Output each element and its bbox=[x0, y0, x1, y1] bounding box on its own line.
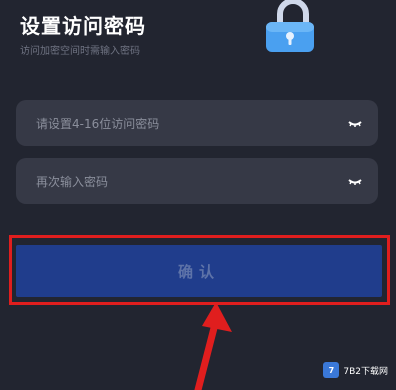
page-title: 设置访问密码 bbox=[20, 14, 146, 38]
watermark-logo-icon: 7 bbox=[323, 362, 340, 378]
page-subtitle: 访问加密空间时需输入密码 bbox=[20, 46, 140, 57]
password-field[interactable]: 请设置4-16位访问密码 bbox=[16, 100, 378, 146]
lock-icon bbox=[266, 0, 314, 52]
site-watermark: 7 7B2下载网 bbox=[323, 362, 388, 378]
eye-closed-icon[interactable] bbox=[348, 116, 362, 130]
password-placeholder: 请设置4-16位访问密码 bbox=[36, 117, 160, 131]
highlight-box bbox=[9, 235, 390, 305]
confirm-password-placeholder: 再次输入密码 bbox=[36, 175, 109, 189]
eye-closed-icon[interactable] bbox=[348, 174, 362, 188]
red-arrow-icon bbox=[194, 302, 232, 390]
confirm-password-field[interactable]: 再次输入密码 bbox=[16, 158, 378, 204]
watermark-text: 7B2下载网 bbox=[343, 366, 388, 377]
